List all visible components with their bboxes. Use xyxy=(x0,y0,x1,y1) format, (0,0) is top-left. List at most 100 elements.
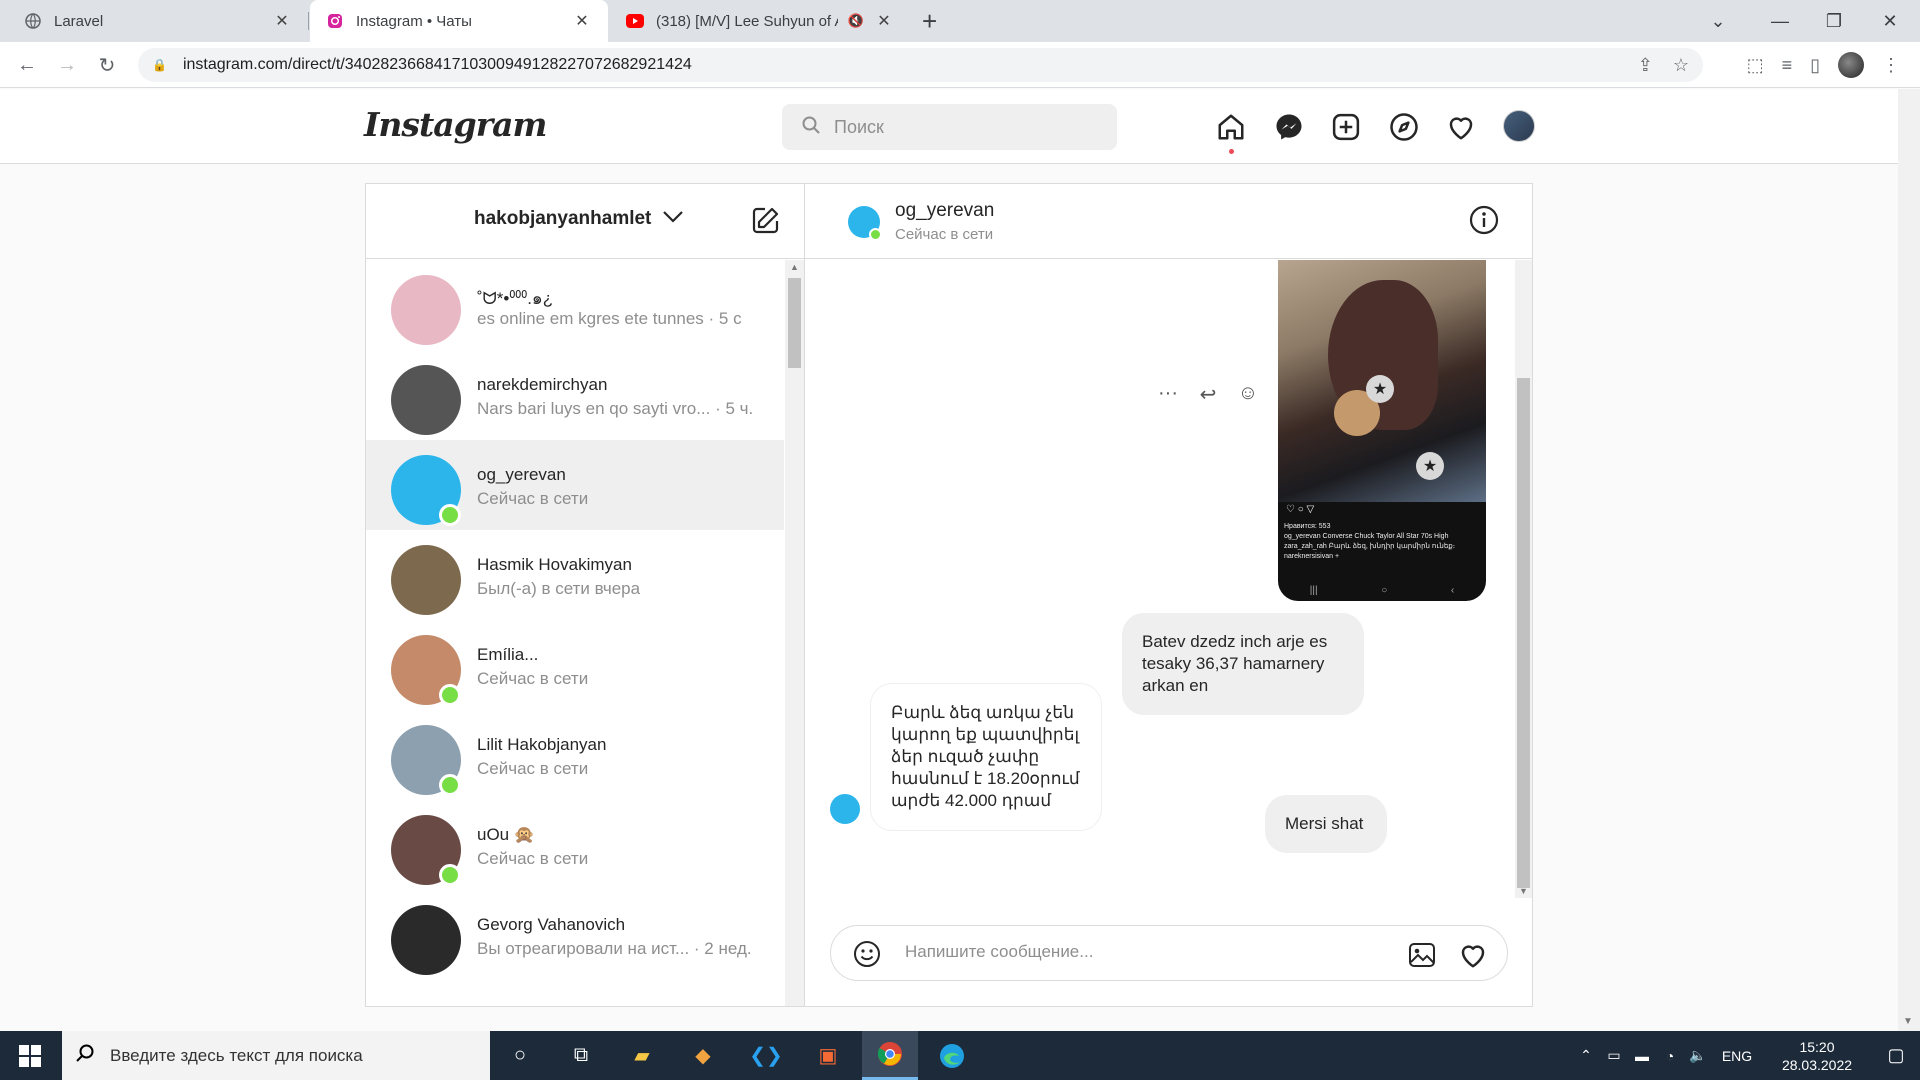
close-tab-icon[interactable]: ✕ xyxy=(874,11,894,31)
online-indicator xyxy=(869,228,882,241)
reply-icon[interactable]: ↩ xyxy=(1197,382,1219,407)
url-text: instagram.com/direct/t/34028236684171030… xyxy=(182,56,692,73)
home-icon[interactable] xyxy=(1213,109,1249,154)
compose-message-icon[interactable] xyxy=(750,204,782,236)
reload-icon[interactable]: ↻ xyxy=(92,50,122,80)
thread-item[interactable]: Hasmik Hovakimyan Был(-а) в сети вчера xyxy=(366,530,784,620)
more-options-icon[interactable]: ··· xyxy=(1157,382,1179,407)
close-tab-icon[interactable]: ✕ xyxy=(272,11,292,31)
clock-time: 15:20 xyxy=(1799,1038,1835,1055)
xampp-icon[interactable]: ▣ xyxy=(800,1031,856,1080)
new-post-icon[interactable] xyxy=(1328,109,1364,145)
thread-item[interactable]: Lilit Hakobjanyan Сейчас в сети xyxy=(366,710,784,800)
thread-item[interactable]: uOu 🙊 Сейчас в сети xyxy=(366,800,784,890)
extensions-icon[interactable]: ⬚ xyxy=(1747,55,1764,76)
converse-star-icon: ★ xyxy=(1366,375,1394,403)
converse-star-icon: ★ xyxy=(1416,452,1444,480)
notifications-icon[interactable]: ▢ xyxy=(1872,1045,1920,1066)
instagram-logo[interactable]: Instagram xyxy=(364,105,547,144)
chrome-icon[interactable] xyxy=(862,1031,918,1080)
thread-item[interactable]: og_yerevan Сейчас в сети xyxy=(366,440,784,530)
meet-now-icon[interactable]: ▭ xyxy=(1600,1047,1628,1064)
wifi-icon[interactable]: ◔ xyxy=(1656,1048,1684,1064)
volume-icon[interactable]: 🔈 xyxy=(1684,1047,1712,1064)
restore-button[interactable]: ❐ xyxy=(1806,0,1862,42)
lock-icon[interactable]: 🔒 xyxy=(152,58,167,72)
conversation-scrollbar[interactable]: ▼ xyxy=(1515,260,1532,898)
tab-search-chevron-icon[interactable]: ⌄ xyxy=(1690,0,1746,42)
bookmark-star-icon[interactable]: ☆ xyxy=(1673,55,1689,76)
profile-avatar[interactable] xyxy=(1503,110,1535,142)
page-scrollbar[interactable]: ▼ xyxy=(1898,89,1920,1031)
tab-title: Instagram • Чаты xyxy=(356,12,472,30)
account-switcher[interactable]: hakobjanyanhamlet xyxy=(474,208,651,230)
vscode-icon[interactable]: ❮❯ xyxy=(738,1031,794,1080)
inbox-header: hakobjanyanhamlet xyxy=(366,184,804,259)
peer-username[interactable]: og_yerevan xyxy=(895,200,994,222)
file-explorer-icon[interactable]: ▰ xyxy=(614,1031,670,1080)
search-input[interactable] xyxy=(834,116,1094,138)
start-button[interactable] xyxy=(0,1031,60,1080)
scrollbar-thumb[interactable] xyxy=(1517,378,1530,888)
address-bar[interactable]: 🔒 instagram.com/direct/t/340282366841710… xyxy=(138,48,1703,82)
tab-youtube[interactable]: (318) [M/V] Lee Suhyun of AK 🔇 ✕ xyxy=(610,0,910,42)
close-tab-icon[interactable]: ✕ xyxy=(572,11,592,31)
messenger-icon[interactable] xyxy=(1271,109,1307,145)
info-icon[interactable] xyxy=(1468,204,1500,236)
post-action-icons: ♡ ○ ▽ xyxy=(1286,504,1315,515)
thread-preview: Сейчас в сети xyxy=(477,849,589,868)
taskbar-search[interactable] xyxy=(62,1031,490,1080)
cortana-icon[interactable]: ○ xyxy=(492,1031,548,1080)
thread-name: Lilit Hakobjanyan xyxy=(477,735,607,754)
post-caption: Нравится: 553 og_yerevan Converse Chuck … xyxy=(1284,522,1480,562)
task-view-icon[interactable]: ⧉ xyxy=(553,1031,609,1080)
search-icon xyxy=(76,1044,94,1067)
heart-like-icon[interactable] xyxy=(1458,940,1488,970)
thread-preview: Сейчас в сети xyxy=(477,669,589,688)
thread-item[interactable]: narekdemirchyan Nars bari luys en qo sayt… xyxy=(366,350,784,440)
taskbar-search-input[interactable] xyxy=(110,1045,490,1066)
scrollbar-thumb[interactable] xyxy=(788,278,801,368)
thread-list-pane: hakobjanyanhamlet ˚ᗢ*•⁰⁰⁰.๑¿ es online em… xyxy=(366,184,805,1006)
thread-item[interactable]: Gevorg Vahanovich Вы отреагировали на ист… xyxy=(366,890,784,980)
message-bubble-sent[interactable]: Batev dzedz inch arje es tesaky 36,37 ha… xyxy=(1122,613,1364,715)
message-bubble-received[interactable]: Բարև ձեզ առկա չեն կարող եք պատվիրել ձեր … xyxy=(870,683,1102,831)
speaker-muted-icon[interactable]: 🔇 xyxy=(848,13,864,29)
close-window-button[interactable]: ✕ xyxy=(1862,0,1918,42)
minimize-button[interactable]: — xyxy=(1752,0,1808,42)
new-tab-button[interactable]: + xyxy=(922,6,937,37)
git-tool-icon[interactable]: ◆ xyxy=(675,1031,731,1080)
avatar xyxy=(391,275,461,345)
online-indicator xyxy=(439,864,461,886)
tab-instagram[interactable]: Instagram • Чаты ✕ xyxy=(310,0,608,42)
battery-icon[interactable]: ▬ xyxy=(1628,1048,1656,1064)
thread-item[interactable]: ˚ᗢ*•⁰⁰⁰.๑¿ es online em kgres ete tunnes … xyxy=(366,260,784,350)
back-icon[interactable]: ← xyxy=(12,50,42,80)
thread-preview: Сейчас в сети xyxy=(477,759,589,778)
react-emoji-icon[interactable]: ☺ xyxy=(1237,382,1259,407)
show-hidden-icons-chevron-icon[interactable]: ⌃ xyxy=(1572,1047,1600,1064)
peer-avatar-small[interactable] xyxy=(830,794,860,824)
side-panel-icon[interactable]: ▯ xyxy=(1810,55,1820,76)
input-language[interactable]: ENG xyxy=(1712,1048,1762,1064)
activity-heart-icon[interactable] xyxy=(1443,109,1479,145)
tab-laravel[interactable]: Laravel ✕ xyxy=(8,0,308,42)
menu-kebab-icon[interactable]: ⋮ xyxy=(1882,55,1900,76)
thread-name: narekdemirchyan xyxy=(477,375,608,394)
shared-post-image[interactable]: ★ ★ ♡ ○ ▽ Нравится: 553 og_yerevan Conve… xyxy=(1278,260,1486,601)
edge-icon[interactable] xyxy=(924,1031,980,1080)
attach-image-icon[interactable] xyxy=(1407,940,1437,970)
search-box[interactable] xyxy=(782,104,1117,150)
emoji-picker-icon[interactable] xyxy=(853,940,881,968)
explore-compass-icon[interactable] xyxy=(1386,109,1422,145)
forward-icon[interactable]: → xyxy=(52,50,82,80)
message-bubble-sent[interactable]: Mersi shat xyxy=(1265,795,1387,853)
message-input[interactable] xyxy=(905,942,1385,962)
media-control-icon[interactable]: ≡ xyxy=(1782,55,1793,76)
chevron-down-icon[interactable] xyxy=(662,208,684,229)
share-icon[interactable]: ⇪ xyxy=(1638,55,1653,76)
profile-avatar[interactable] xyxy=(1838,52,1864,78)
thread-list-scrollbar[interactable]: ▲ xyxy=(785,260,804,1006)
clock[interactable]: 15:20 28.03.2022 xyxy=(1762,1038,1872,1074)
thread-item[interactable]: Emília... Сейчас в сети xyxy=(366,620,784,710)
